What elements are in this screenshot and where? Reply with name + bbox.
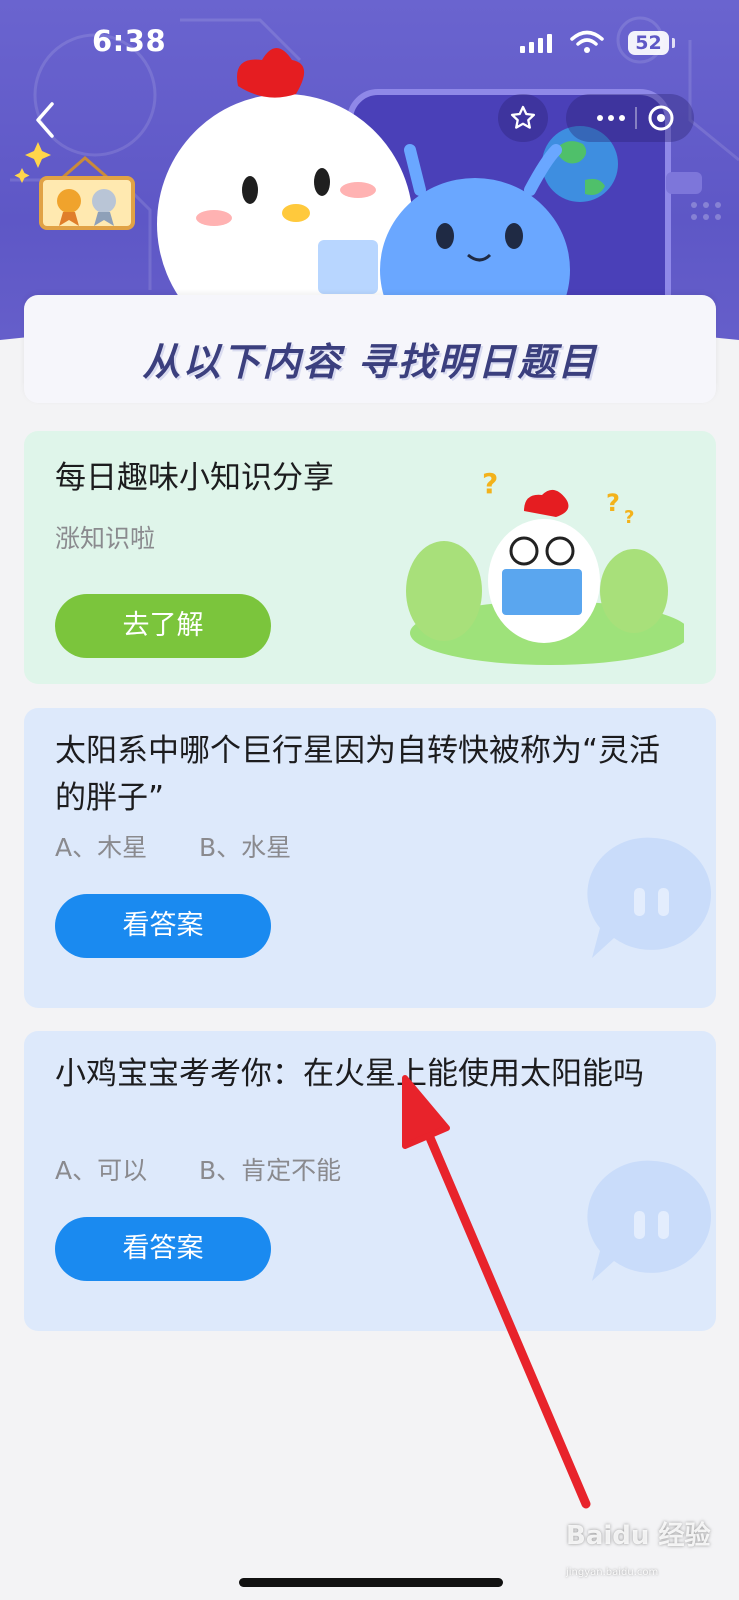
battery-tip	[672, 38, 675, 48]
svg-text:?: ?	[482, 467, 498, 500]
chat-bubble-icon	[587, 837, 712, 958]
more-options-button[interactable]	[566, 94, 636, 142]
status-time: 6:38	[92, 24, 167, 58]
star-icon	[510, 105, 536, 129]
watermark-brand: Baidu 经验	[566, 1521, 711, 1551]
favorite-button[interactable]	[498, 94, 548, 142]
close-miniprogram-button[interactable]	[636, 94, 694, 142]
wifi-icon	[570, 30, 604, 53]
fact-card-subtitle: 涨知识啦	[55, 524, 156, 553]
option-b: B、水星	[199, 833, 292, 862]
view-answer-button[interactable]: 看答案	[55, 894, 271, 958]
question-text: 太阳系中哪个巨行星因为自转快被称为“灵活的胖子”	[55, 733, 661, 816]
banner-title: 从以下内容 寻找明日题目	[142, 340, 598, 384]
question-text: 小鸡宝宝考考你：在火星上能使用太阳能吗	[55, 1056, 644, 1092]
battery-indicator: 52	[628, 31, 669, 55]
medal-frame-icon	[39, 156, 135, 230]
option-b: B、肯定不能	[199, 1156, 342, 1185]
home-indicator[interactable]	[239, 1578, 503, 1587]
reading-chick-illustration: ? ? ?	[406, 467, 684, 665]
view-answer-button[interactable]: 看答案	[55, 1217, 271, 1281]
question-card: 太阳系中哪个巨行星因为自转快被称为“灵活的胖子” A、木星 B、水星 看答案	[24, 708, 716, 1008]
learn-more-button[interactable]: 去了解	[55, 594, 271, 658]
option-a: A、可以	[55, 1156, 148, 1185]
watermark-url: jingyan.baidu.com	[566, 1567, 659, 1578]
question-card: 小鸡宝宝考考你：在火星上能使用太阳能吗 A、可以 B、肯定不能 看答案	[24, 1031, 716, 1331]
cellular-signal-icon	[520, 34, 552, 53]
fact-card: 每日趣味小知识分享 涨知识啦 去了解 ? ? ?	[24, 431, 716, 684]
back-icon[interactable]	[30, 100, 60, 140]
option-a: A、木星	[55, 833, 148, 862]
chat-bubble-icon	[587, 1160, 712, 1281]
svg-text:?: ?	[606, 489, 620, 517]
header-banner: 从以下内容 寻找明日题目	[24, 295, 716, 403]
svg-text:?: ?	[624, 507, 634, 528]
